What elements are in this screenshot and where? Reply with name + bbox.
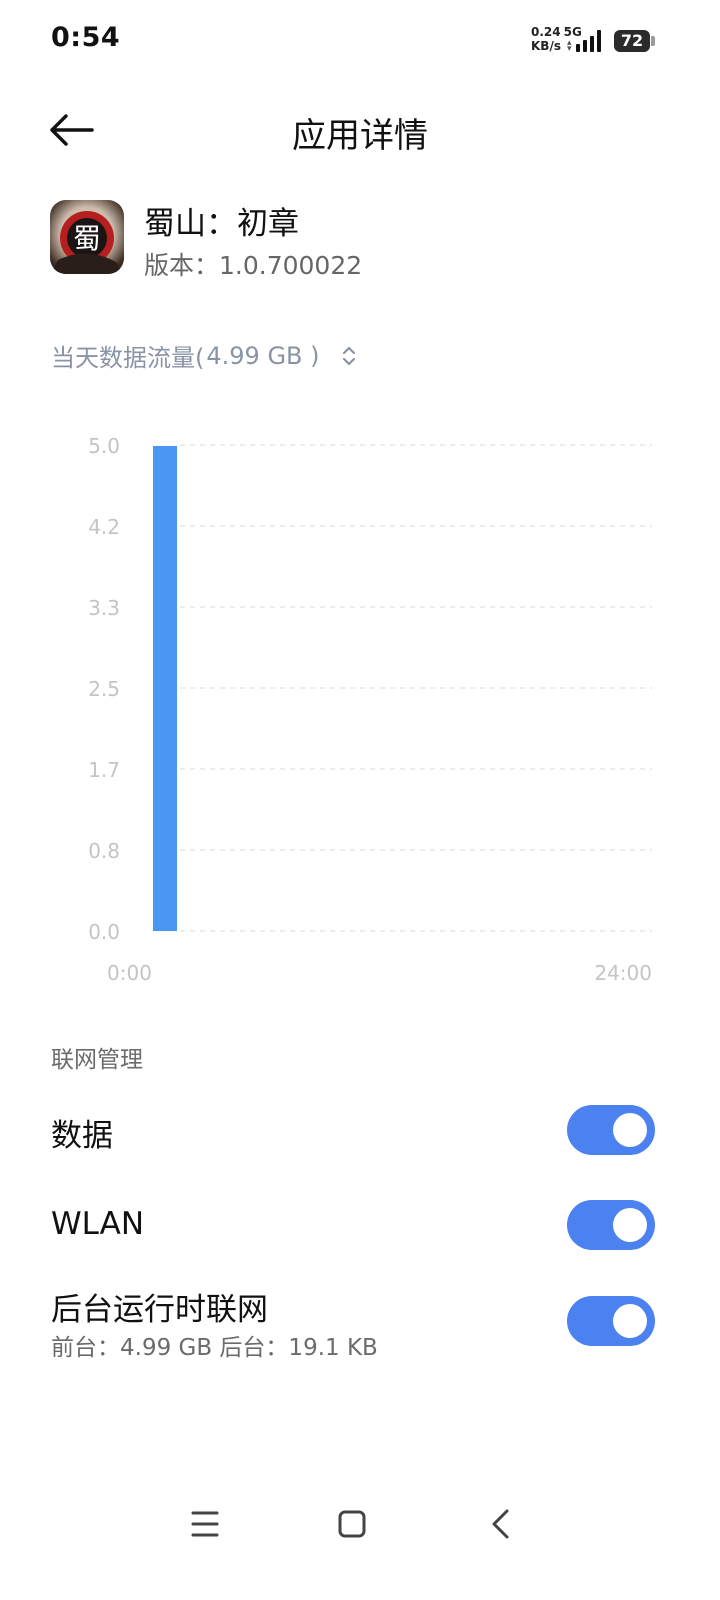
nav-back-button[interactable] — [470, 1494, 530, 1554]
mobile-data-label: 数据 — [51, 1118, 113, 1154]
network-section-label: 联网管理 — [51, 1047, 143, 1073]
arrow-left-icon — [50, 114, 94, 146]
chart-y-tick-label: 3.3 — [88, 596, 120, 620]
battery-tip — [651, 36, 655, 46]
home-icon — [338, 1510, 366, 1538]
toggle-knob — [613, 1304, 647, 1338]
chart-y-tick-label: 0.8 — [88, 839, 120, 863]
menu-icon — [191, 1511, 219, 1537]
app-version: 版本：1.0.700022 — [144, 251, 363, 280]
chart-y-tick-label: 2.5 — [88, 677, 120, 701]
background-network-label: 后台运行时联网 — [51, 1292, 268, 1328]
home-button[interactable] — [322, 1494, 382, 1554]
app-name: 蜀山：初章 — [144, 206, 299, 242]
data-usage-selector[interactable]: 当天数据流量( 4.99 GB ) — [51, 338, 358, 373]
signal-icon — [576, 30, 606, 52]
net-speed-value: 0.24 — [531, 25, 561, 39]
data-activity-icon: ▴ ▾ — [567, 38, 572, 54]
chart-y-tick-label: 0.0 — [88, 920, 120, 944]
data-usage-chart: 5.0 4.2 3.3 2.5 1.7 0.8 0.0 0:00 24:00 — [88, 434, 652, 985]
wlan-label: WLAN — [51, 1206, 145, 1242]
chart-x-end-label: 24:00 — [594, 961, 652, 985]
chevron-up-down-icon — [342, 346, 355, 365]
background-network-usage: 前台：4.99 GB 后台：19.1 KB — [51, 1335, 378, 1361]
wlan-toggle[interactable] — [567, 1200, 655, 1250]
battery-icon: 72 — [614, 30, 650, 52]
background-network-toggle[interactable] — [567, 1296, 655, 1346]
usage-amount: 4.99 GB ) — [206, 341, 320, 370]
mobile-data-toggle[interactable] — [567, 1105, 655, 1155]
chart-y-tick-label: 1.7 — [88, 758, 120, 782]
back-button[interactable] — [46, 108, 98, 152]
toggle-knob — [613, 1113, 647, 1147]
back-icon — [492, 1509, 509, 1539]
chart-bar — [153, 445, 177, 931]
status-time: 0:54 — [51, 22, 121, 53]
menu-button[interactable] — [175, 1494, 235, 1554]
app-icon-glyph: 蜀 — [73, 222, 101, 255]
chart-y-tick-label: 5.0 — [88, 434, 120, 458]
network-speed: 0.24 5G KB/s — [531, 25, 582, 53]
chart-y-tick-label: 4.2 — [88, 515, 120, 539]
usage-label: 当天数据流量( — [51, 344, 205, 372]
chart-x-start-label: 0:00 — [107, 961, 152, 985]
toggle-knob — [613, 1208, 647, 1242]
page-title: 应用详情 — [292, 116, 428, 156]
app-icon: 蜀 — [50, 200, 124, 274]
net-speed-unit: KB/s — [531, 39, 561, 53]
